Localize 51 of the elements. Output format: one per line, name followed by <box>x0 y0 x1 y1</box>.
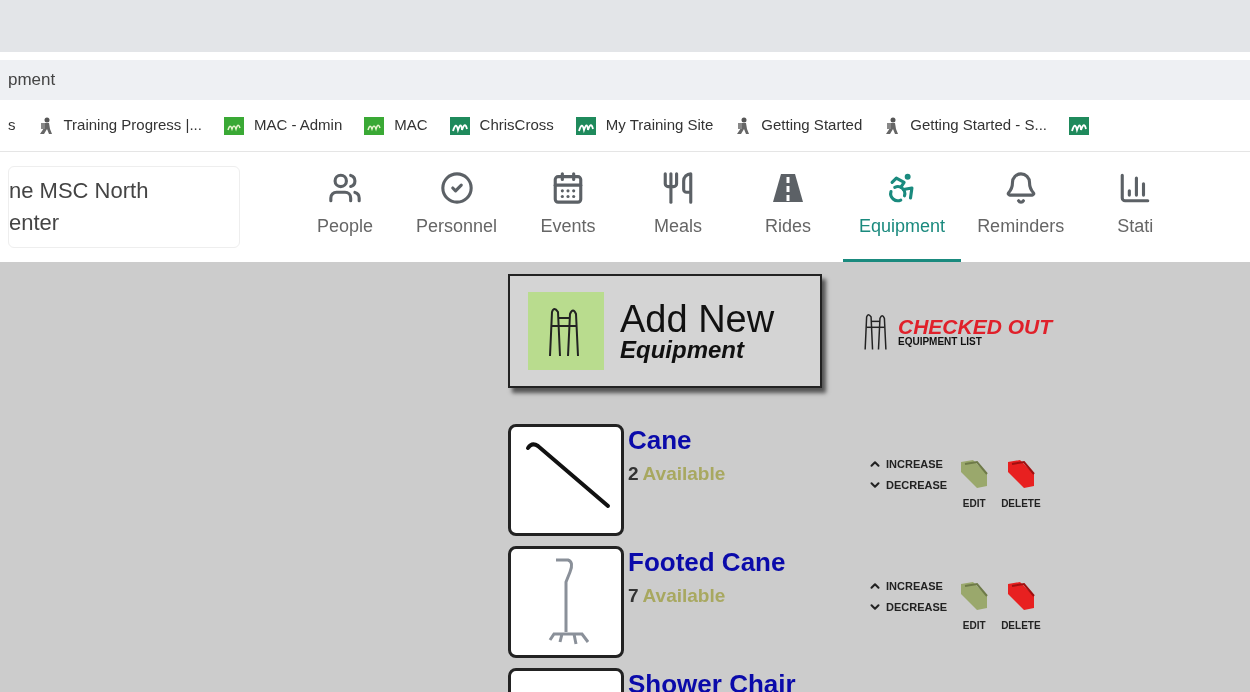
equipment-name[interactable]: Footed Cane <box>628 546 868 578</box>
checked-out-subtitle: EQUIPMENT LIST <box>898 336 983 347</box>
hiker-icon <box>37 116 54 135</box>
delete-button[interactable]: DELETE <box>1001 578 1041 633</box>
bookmark-link[interactable]: My Training Site <box>575 114 714 137</box>
available-count: 2 <box>628 462 639 486</box>
nav-tab[interactable]: Rides <box>733 152 844 262</box>
nav-tab[interactable]: People <box>290 152 400 262</box>
bookmark-link[interactable]: s <box>8 114 16 137</box>
bookmark-link[interactable]: MAC - Admin <box>223 114 343 137</box>
road-icon <box>771 171 806 205</box>
logo-icon <box>223 116 244 135</box>
people-icon <box>328 171 362 205</box>
org-name: enter <box>9 209 61 237</box>
page-title: pment <box>8 69 56 92</box>
equipment-name[interactable]: Cane <box>628 424 868 456</box>
edit-button[interactable]: EDIT <box>957 456 992 511</box>
decrease-button[interactable]: DECREASE <box>868 476 948 493</box>
hiker-icon <box>735 116 752 135</box>
nav-tab[interactable]: Equipment <box>843 152 962 262</box>
nav-tab[interactable]: Stati <box>1080 152 1191 262</box>
increase-button[interactable]: INCREASE <box>868 456 948 473</box>
increase-button[interactable]: INCREASE <box>868 578 948 595</box>
logo-icon <box>364 116 385 135</box>
check-circle-icon <box>439 171 474 205</box>
bookmark-link[interactable]: ChrisCross <box>449 114 554 137</box>
delete-button[interactable]: DELETE <box>1001 456 1041 511</box>
nav-tab[interactable]: Personnel <box>400 152 514 262</box>
nav-tab[interactable]: Meals <box>623 152 734 262</box>
bookmark-link[interactable]: Getting Started <box>735 114 863 137</box>
available-label: Available <box>642 584 726 608</box>
bookmark-link[interactable]: MAC <box>364 114 428 137</box>
add-new-label: Add New <box>620 300 775 338</box>
add-equipment-button[interactable]: Add New Equipment <box>508 274 822 388</box>
checked-out-title: CHECKED OUT <box>898 315 1052 337</box>
available-count: 7 <box>628 584 639 608</box>
logo-icon <box>1069 116 1089 135</box>
logo-icon <box>575 116 596 135</box>
equipment-label: Equipment <box>620 338 744 362</box>
checked-out-link[interactable]: CHECKED OUT EQUIPMENT LIST <box>862 311 1052 351</box>
bookmark-link[interactable]: Getting Started - S... <box>884 114 1047 137</box>
available-label: Available <box>642 462 726 486</box>
bookmark-link[interactable] <box>1069 116 1089 135</box>
edit-button[interactable]: EDIT <box>957 578 992 633</box>
decrease-button[interactable]: DECREASE <box>868 598 948 615</box>
org-name: ne MSC North <box>9 177 150 205</box>
hiker-icon <box>884 116 901 135</box>
bookmark-link[interactable]: Training Progress |... <box>37 114 202 137</box>
nav-tab[interactable]: Events <box>513 152 624 262</box>
logo-icon <box>449 116 470 135</box>
nav-tab[interactable]: Reminders <box>961 152 1081 262</box>
